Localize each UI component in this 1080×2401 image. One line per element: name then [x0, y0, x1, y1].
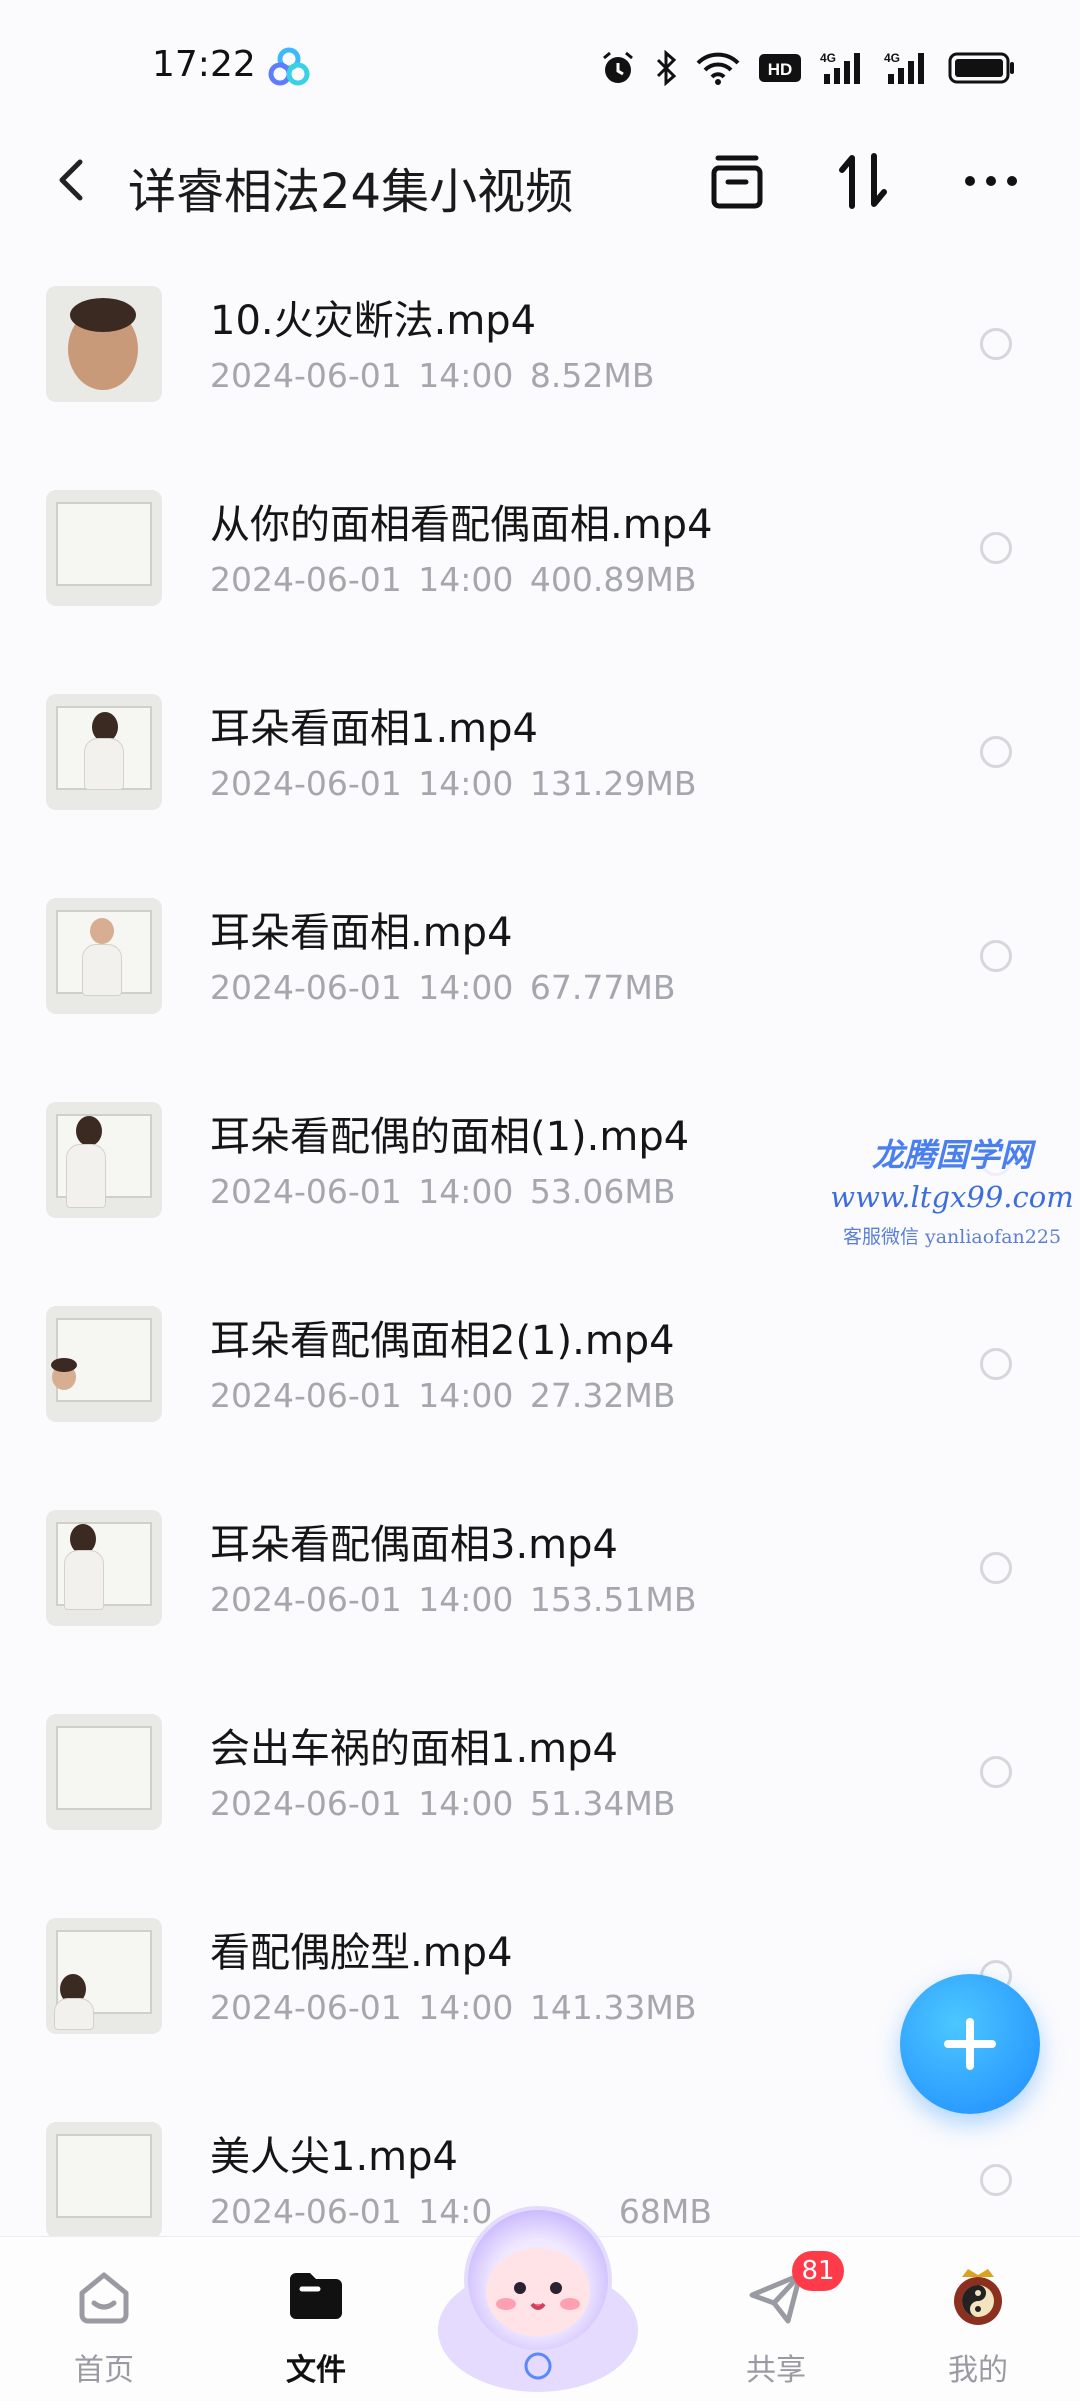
svg-text:HD: HD [768, 60, 793, 79]
watermark-title: 龙腾国学网 [871, 1136, 1032, 1174]
tab-label: 文件 [286, 2353, 346, 2388]
file-meta: 2024-06-01 14:00 131.29MB [210, 764, 697, 803]
file-row[interactable]: 耳朵看配偶面相3.mp4 2024-06-01 14:00 153.51MB [0, 1454, 1080, 1658]
select-icon[interactable] [704, 148, 770, 214]
more-icon[interactable] [958, 148, 1024, 214]
file-row[interactable]: 耳朵看面相.mp4 2024-06-01 14:00 67.77MB [0, 842, 1080, 1046]
tab-label: 我的 [948, 2353, 1008, 2388]
file-row[interactable]: 会出车祸的面相1.mp4 2024-06-01 14:00 51.34MB [0, 1658, 1080, 1862]
file-name: 美人尖1.mp4 [210, 2134, 458, 2180]
file-name: 10.火灾断法.mp4 [210, 298, 537, 344]
avatar-icon [954, 2269, 1002, 2325]
file-name: 耳朵看面相1.mp4 [210, 706, 538, 752]
select-radio[interactable] [980, 736, 1012, 768]
file-meta: 2024-06-01 14:00 8.52MB [210, 356, 655, 395]
file-meta: 2024-06-01 14:00 153.51MB [210, 1580, 697, 1619]
home-icon [79, 2272, 129, 2324]
tab-label: 首页 [74, 2353, 134, 2388]
select-radio[interactable] [980, 1552, 1012, 1584]
tab-share[interactable]: 81 共享 [696, 2237, 856, 2401]
tab-profile[interactable]: 我的 [898, 2237, 1058, 2401]
wifi-icon [696, 52, 740, 85]
select-radio[interactable] [980, 2164, 1012, 2196]
top-bar: 详睿相法24集小视频 [0, 130, 1080, 230]
page-title: 详睿相法24集小视频 [128, 164, 574, 220]
file-meta: 2024-06-01 14:00 67.77MB [210, 968, 676, 1007]
app-cloud-icon [268, 47, 310, 86]
sort-icon[interactable] [830, 148, 896, 214]
watermark: 龙腾国学网 www.ltgx99.com 客服微信 yanliaofan225 [822, 1130, 1080, 1249]
bluetooth-icon [656, 50, 677, 86]
video-thumbnail [46, 286, 162, 402]
file-name: 耳朵看配偶的面相(1).mp4 [210, 1114, 690, 1160]
select-radio[interactable] [980, 328, 1012, 360]
file-meta: 2024-06-01 14:00 53.06MB [210, 1172, 676, 1211]
hd-icon: HD [759, 54, 801, 82]
video-thumbnail [46, 898, 162, 1014]
video-thumbnail [46, 490, 162, 606]
file-name: 耳朵看配偶面相2(1).mp4 [210, 1318, 675, 1364]
file-list: 10.火灾断法.mp4 2024-06-01 14:00 8.52MB 从你的面… [0, 230, 1080, 2270]
video-thumbnail [46, 1306, 162, 1422]
alarm-icon [603, 51, 633, 83]
signal-4g-icon: 4G [884, 51, 924, 84]
select-radio[interactable] [980, 1348, 1012, 1380]
video-thumbnail [46, 1510, 162, 1626]
file-row[interactable]: 从你的面相看配偶面相.mp4 2024-06-01 14:00 400.89MB [0, 434, 1080, 638]
select-radio[interactable] [980, 1756, 1012, 1788]
tab-files[interactable]: 文件 [236, 2237, 396, 2401]
video-thumbnail [46, 2122, 162, 2238]
video-thumbnail [46, 1714, 162, 1830]
file-name: 耳朵看面相.mp4 [210, 910, 513, 956]
back-arrow-icon[interactable] [48, 152, 98, 208]
folder-icon [290, 2273, 342, 2319]
select-radio[interactable] [980, 532, 1012, 564]
battery-icon [948, 52, 1014, 84]
watermark-contact: 客服微信 yanliaofan225 [842, 1226, 1062, 1248]
file-meta: 2024-06-01 14:00 27.32MB [210, 1376, 676, 1415]
tab-label: 共享 [746, 2353, 806, 2388]
video-thumbnail [46, 694, 162, 810]
select-radio[interactable] [980, 940, 1012, 972]
add-button[interactable] [900, 1974, 1040, 2114]
watermark-url: www.ltgx99.com [830, 1180, 1074, 1214]
file-meta: 2024-06-01 14:00 51.34MB [210, 1784, 676, 1823]
notification-badge: 81 [792, 2251, 844, 2291]
file-name: 会出车祸的面相1.mp4 [210, 1726, 618, 1772]
file-meta: 2024-06-01 14:00 141.33MB [210, 1988, 697, 2027]
signal-4g-icon: 4G [820, 51, 860, 84]
file-row[interactable]: 耳朵看配偶面相2(1).mp4 2024-06-01 14:00 27.32MB [0, 1250, 1080, 1454]
video-thumbnail [46, 1918, 162, 2034]
file-row[interactable]: 耳朵看面相1.mp4 2024-06-01 14:00 131.29MB [0, 638, 1080, 842]
mascot-icon[interactable] [428, 2180, 648, 2400]
svg-text:4G: 4G [820, 51, 836, 65]
file-name: 看配偶脸型.mp4 [210, 1930, 513, 1976]
tab-home[interactable]: 首页 [24, 2237, 184, 2401]
svg-text:4G: 4G [884, 51, 900, 65]
file-meta: 2024-06-01 14:00 400.89MB [210, 560, 697, 599]
file-name: 从你的面相看配偶面相.mp4 [210, 502, 713, 548]
video-thumbnail [46, 1102, 162, 1218]
file-name: 耳朵看配偶面相3.mp4 [210, 1522, 618, 1568]
file-row[interactable]: 10.火灾断法.mp4 2024-06-01 14:00 8.52MB [0, 230, 1080, 434]
status-bar: 17:22 HD 4G 4G [0, 0, 1080, 130]
status-time: 17:22 [152, 44, 256, 85]
